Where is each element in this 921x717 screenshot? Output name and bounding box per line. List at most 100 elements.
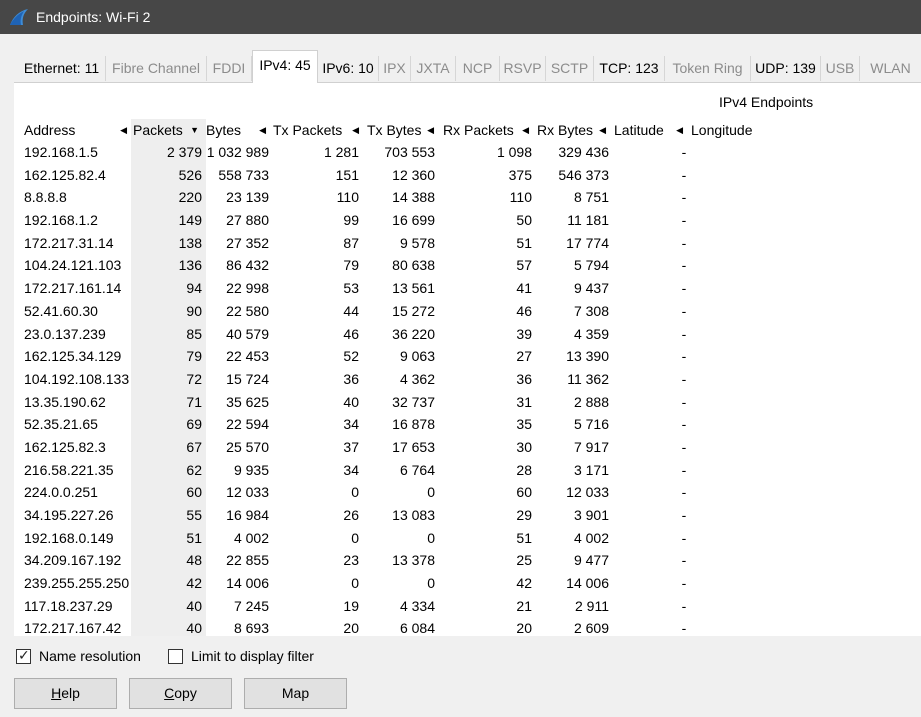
table-row[interactable]: 172.217.161.14 94 22 998 53 13 561 41 9 437 -: [14, 277, 921, 300]
name-resolution-checkbox[interactable]: ✓: [16, 647, 31, 664]
cell-rx-bytes: 13 390: [566, 348, 609, 365]
sort-left-icon: ◀: [676, 125, 683, 135]
sort-left-icon: ◀: [427, 125, 434, 135]
column-header-rx-packets[interactable]: Rx Packets ◀: [438, 119, 533, 141]
table-row[interactable]: 8.8.8.8 220 23 139 110 14 388 110 8 751 -: [14, 186, 921, 209]
table-row[interactable]: 52.41.60.30 90 22 580 44 15 272 46 7 308 -: [14, 300, 921, 323]
tab-rsvp[interactable]: RSVP: [500, 56, 546, 81]
table-row[interactable]: 34.209.167.192 48 22 855 23 13 378 25 9 477 -: [14, 549, 921, 572]
tab-fibre-channel[interactable]: Fibre Channel: [106, 56, 207, 81]
table-row[interactable]: 162.125.34.129 79 22 453 52 9 063 27 13 390 -: [14, 345, 921, 368]
column-header-address[interactable]: Address ◀: [19, 119, 131, 141]
column-header-tx-packets[interactable]: Tx Packets ◀: [268, 119, 363, 141]
cell-rx-bytes: 5 716: [573, 416, 609, 433]
column-header-bytes[interactable]: Bytes ◀: [201, 119, 270, 141]
column-header-packets[interactable]: Packets ▼: [128, 119, 203, 141]
cell-packets: 55: [186, 507, 202, 523]
cell-tx-bytes: 6 764: [399, 461, 435, 478]
cell-rx-packets: 50: [516, 212, 532, 229]
cell-packets: 220: [178, 189, 202, 206]
cell-tx-bytes: 14 388: [392, 189, 435, 206]
table-row[interactable]: 52.35.21.65 69 22 594 34 16 878 35 5 716 -: [14, 413, 921, 436]
table-row[interactable]: 162.125.82.4 526 558 733 151 12 360 375 546 37…: [14, 164, 921, 187]
help-button[interactable]: Help: [14, 678, 117, 709]
tab-usb[interactable]: USB: [821, 56, 860, 81]
cell-bytes: 8 693: [233, 620, 269, 637]
column-header-longitude[interactable]: Longitude: [686, 119, 776, 141]
cell-rx-packets: 51: [516, 234, 532, 251]
cell-packets: 138: [178, 234, 202, 251]
cell-tx-packets: 99: [343, 212, 359, 229]
cell-rx-packets: 30: [516, 438, 532, 455]
cell-latitude: -: [681, 280, 687, 297]
table-header: Address ◀ Packets ▼ Bytes ◀ Tx Packets ◀…: [14, 119, 921, 141]
table-row[interactable]: 13.35.190.62 71 35 625 40 32 737 31 2 888 -: [14, 391, 921, 414]
cell-bytes: 558 733: [218, 166, 269, 183]
cell-tx-bytes: 0: [427, 529, 435, 546]
cell-tx-bytes: 13 083: [392, 507, 435, 523]
tab-token-ring[interactable]: Token Ring: [665, 56, 751, 81]
protocol-tab-bar: Ethernet: 11 Fibre Channel FDDI IPv4: 45…: [18, 50, 921, 83]
column-header-tx-bytes[interactable]: Tx Bytes ◀: [362, 119, 438, 141]
table-row[interactable]: 192.168.1.5 2 379 1 032 989 1 281 703 553 1 0…: [14, 141, 921, 164]
column-header-rx-bytes[interactable]: Rx Bytes ◀: [532, 119, 610, 141]
table-row[interactable]: 192.168.0.149 51 4 002 0 0 51 4 002 -: [14, 527, 921, 550]
cell-address: 23.0.137.239: [24, 325, 106, 342]
tab-ipv4[interactable]: IPv4: 45: [252, 50, 318, 83]
table-row[interactable]: 104.192.108.133 72 15 724 36 4 362 36 11 362 -: [14, 368, 921, 391]
table-row[interactable]: 34.195.227.26 55 16 984 26 13 083 29 3 901 -: [14, 504, 921, 527]
table-row[interactable]: 104.24.121.103 136 86 432 79 80 638 57 5 794 -: [14, 254, 921, 277]
table-row[interactable]: 172.217.31.14 138 27 352 87 9 578 51 17 774 -: [14, 232, 921, 255]
cell-address: 192.168.0.149: [24, 529, 114, 546]
tab-fddi[interactable]: FDDI: [207, 56, 252, 81]
cell-tx-packets: 46: [343, 325, 359, 342]
table-row[interactable]: 162.125.82.3 67 25 570 37 17 653 30 7 917 -: [14, 436, 921, 459]
tab-ipx[interactable]: IPX: [379, 56, 411, 81]
cell-address: 162.125.82.3: [24, 438, 106, 455]
cell-tx-bytes: 17 653: [392, 438, 435, 455]
table-row[interactable]: 239.255.255.250 42 14 006 0 0 42 14 006 -: [14, 572, 921, 595]
cell-rx-bytes: 7 308: [573, 302, 609, 319]
table-row[interactable]: 23.0.137.239 85 40 579 46 36 220 39 4 359 -: [14, 323, 921, 346]
table-row[interactable]: 172.217.167.42 40 8 693 20 6 084 20 2 609 -: [14, 617, 921, 637]
cell-address: 104.192.108.133: [24, 370, 130, 387]
table-row[interactable]: 117.18.237.29 40 7 245 19 4 334 21 2 911 -: [14, 595, 921, 618]
cell-bytes: 7 245: [233, 597, 269, 614]
table-body: 192.168.1.5 2 379 1 032 989 1 281 703 553 1 0…: [14, 141, 921, 637]
tab-tcp[interactable]: TCP: 123: [594, 56, 665, 81]
table-caption: IPv4 Endpoints: [719, 94, 814, 110]
limit-display-filter-label[interactable]: Limit to display filter: [191, 648, 314, 664]
cell-packets: 71: [186, 393, 202, 410]
sort-left-icon: ◀: [522, 125, 529, 135]
table-row[interactable]: 216.58.221.35 62 9 935 34 6 764 28 3 171 -: [14, 459, 921, 482]
cell-address: 172.217.31.14: [24, 234, 114, 251]
tab-ncp[interactable]: NCP: [456, 56, 500, 81]
cell-tx-bytes: 9 063: [399, 348, 435, 365]
column-header-label: Tx Bytes: [367, 122, 422, 138]
column-header-label: Rx Bytes: [537, 122, 594, 138]
table-row[interactable]: 224.0.0.251 60 12 033 0 0 60 12 033 -: [14, 481, 921, 504]
tab-ethernet[interactable]: Ethernet: 11: [18, 56, 106, 81]
cell-latitude: -: [681, 348, 687, 365]
cell-latitude: -: [681, 461, 687, 478]
tab-jxta[interactable]: JXTA: [411, 56, 456, 81]
copy-accelerator: C: [164, 685, 175, 701]
table-row[interactable]: 192.168.1.2 149 27 880 99 16 699 50 11 181 -: [14, 209, 921, 232]
tab-sctp[interactable]: SCTP: [546, 56, 594, 81]
cell-packets: 40: [186, 620, 202, 637]
map-button[interactable]: Map: [244, 678, 347, 709]
cell-tx-bytes: 32 737: [392, 393, 435, 410]
cell-rx-packets: 60: [516, 484, 532, 501]
cell-latitude: -: [681, 484, 687, 501]
copy-button[interactable]: Copy: [129, 678, 232, 709]
limit-display-filter-checkbox[interactable]: ✓: [168, 649, 183, 664]
tab-ipv6[interactable]: IPv6: 10: [318, 56, 379, 81]
name-resolution-label[interactable]: Name resolution: [39, 648, 141, 664]
tab-wlan[interactable]: WLAN: [860, 56, 921, 81]
cell-packets: 526: [178, 166, 202, 183]
cell-packets: 79: [186, 348, 202, 365]
tab-udp[interactable]: UDP: 139: [751, 56, 821, 81]
column-header-latitude[interactable]: Latitude ◀: [609, 119, 687, 141]
cell-packets: 149: [178, 212, 202, 229]
cell-address: 172.217.161.14: [24, 280, 122, 297]
